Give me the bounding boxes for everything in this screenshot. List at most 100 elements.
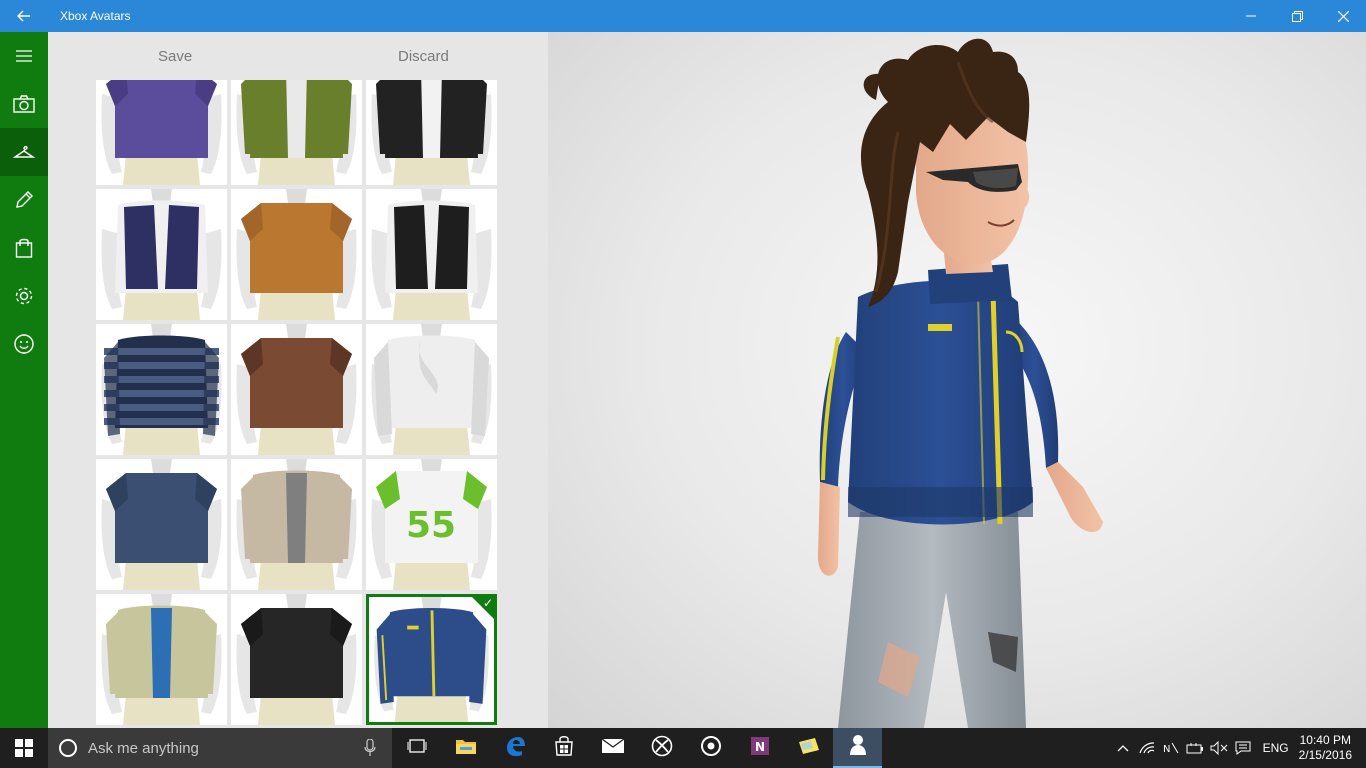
language-indicator[interactable]: ENG <box>1263 741 1289 755</box>
minimize-button[interactable] <box>1228 0 1274 32</box>
taskbar-app-groove-music[interactable] <box>686 728 735 768</box>
minimize-icon <box>1246 15 1256 17</box>
clock-time: 10:40 PM <box>1299 733 1351 747</box>
nav-item-capture[interactable] <box>0 80 48 128</box>
taskbar-app-onenote[interactable]: N <box>735 728 784 768</box>
item-tile-navy-vest[interactable] <box>96 189 227 320</box>
battery-icon[interactable] <box>1183 728 1207 768</box>
back-button[interactable] <box>0 0 48 32</box>
item-tile-orange-print-shirt[interactable] <box>231 189 362 320</box>
window-title: Xbox Avatars <box>60 9 131 23</box>
onenote-icon: N <box>749 735 771 762</box>
item-image <box>96 324 227 455</box>
item-image <box>366 80 497 185</box>
search-placeholder: Ask me anything <box>88 739 199 757</box>
xbox-avatars-icon <box>848 734 868 761</box>
taskbar-app-xbox-avatars[interactable] <box>833 728 882 768</box>
taskbar-app-sticky-notes[interactable] <box>784 728 833 768</box>
close-icon <box>1337 10 1349 22</box>
hamburger-menu-icon <box>16 50 32 62</box>
taskbar-apps: N <box>392 728 882 768</box>
file-explorer-icon <box>455 737 477 760</box>
nav-item-store[interactable] <box>0 224 48 272</box>
cortana-search-box[interactable]: Ask me anything <box>48 728 392 768</box>
avatar-figure <box>818 38 1103 728</box>
pencil-icon <box>16 191 33 208</box>
nav-item-emotes[interactable] <box>0 320 48 368</box>
xbox-icon <box>651 735 673 762</box>
item-image <box>366 189 497 320</box>
edge-icon <box>504 735 526 762</box>
taskbar-app-file-explorer[interactable] <box>441 728 490 768</box>
gear-icon <box>15 287 33 305</box>
item-image <box>231 80 362 185</box>
title-bar: Xbox Avatars <box>0 0 1366 32</box>
item-image <box>231 189 362 320</box>
chevron-up-icon[interactable] <box>1111 728 1135 768</box>
item-tile-black-leather-jacket[interactable] <box>366 80 497 185</box>
smiley-icon <box>14 334 34 354</box>
restore-button[interactable] <box>1274 0 1320 32</box>
item-image <box>231 459 362 590</box>
system-tray: N ENG 10:40 PM 2/15/2016 <box>1111 728 1366 768</box>
taskbar-app-mail[interactable] <box>588 728 637 768</box>
item-tile-white-ruffle-shirt[interactable] <box>366 324 497 455</box>
item-tile-khaki-jacket[interactable] <box>96 594 227 725</box>
mail-icon <box>601 737 625 759</box>
item-tile-black-skull-tee[interactable] <box>231 594 362 725</box>
wifi-icon[interactable] <box>1135 728 1159 768</box>
save-button[interactable]: Save <box>158 48 192 65</box>
restore-icon <box>1291 10 1303 22</box>
store-icon <box>553 735 575 762</box>
hanger-icon <box>13 145 35 158</box>
item-panel: 55 ✓ <box>48 80 548 728</box>
hamburger-menu-button[interactable] <box>0 32 48 80</box>
groove-music-icon <box>700 735 722 762</box>
taskbar: Ask me anything N N ENG 10:40 PM 2/15/20… <box>0 728 1366 768</box>
svg-text:N: N <box>1163 744 1170 755</box>
checkmark-icon: ✓ <box>482 596 493 610</box>
command-bar: Save Discard <box>48 32 548 80</box>
item-image <box>231 594 362 725</box>
close-button[interactable] <box>1320 0 1366 32</box>
onenote-tray-icon[interactable]: N <box>1159 728 1183 768</box>
windows-logo-icon <box>15 739 33 757</box>
sticky-notes-icon <box>797 736 821 761</box>
microphone-icon[interactable] <box>364 739 376 757</box>
item-tile-black-rock-vest[interactable] <box>366 189 497 320</box>
nav-item-settings[interactable] <box>0 272 48 320</box>
item-image <box>96 594 227 725</box>
volume-muted-icon[interactable] <box>1207 728 1231 768</box>
task-view-icon <box>407 738 427 759</box>
taskbar-app-store[interactable] <box>539 728 588 768</box>
item-tile-blue-track-jacket[interactable]: ✓ <box>366 594 497 725</box>
svg-text:N: N <box>755 740 765 754</box>
taskbar-app-task-view[interactable] <box>392 728 441 768</box>
item-tile-navy-skater-tee[interactable] <box>96 459 227 590</box>
item-image: 55 <box>366 459 497 590</box>
svg-text:55: 55 <box>406 505 456 546</box>
back-arrow-icon <box>17 10 30 22</box>
cortana-icon <box>58 738 78 758</box>
avatar-preview <box>548 32 1366 728</box>
nav-item-closet[interactable] <box>0 128 48 176</box>
item-tile-brown-plaid-shirt[interactable] <box>231 324 362 455</box>
item-image <box>366 324 497 455</box>
clock-date: 2/15/2016 <box>1298 748 1352 762</box>
nav-rail <box>0 32 48 728</box>
item-tile-green-jersey-55[interactable]: 55 <box>366 459 497 590</box>
camera-icon <box>13 95 35 113</box>
item-tile-navy-striped-sweater[interactable] <box>96 324 227 455</box>
action-center-icon[interactable] <box>1231 728 1255 768</box>
discard-button[interactable]: Discard <box>398 48 449 65</box>
nav-item-edit[interactable] <box>0 176 48 224</box>
taskbar-app-edge[interactable] <box>490 728 539 768</box>
item-image <box>231 324 362 455</box>
item-tile-beige-jacket[interactable] <box>231 459 362 590</box>
item-tile-green-jacket[interactable] <box>231 80 362 185</box>
taskbar-app-xbox[interactable] <box>637 728 686 768</box>
item-tile-purple-tshirt[interactable] <box>96 80 227 185</box>
clock[interactable]: 10:40 PM 2/15/2016 <box>1299 733 1352 763</box>
item-image <box>96 80 227 185</box>
start-button[interactable] <box>0 728 48 768</box>
